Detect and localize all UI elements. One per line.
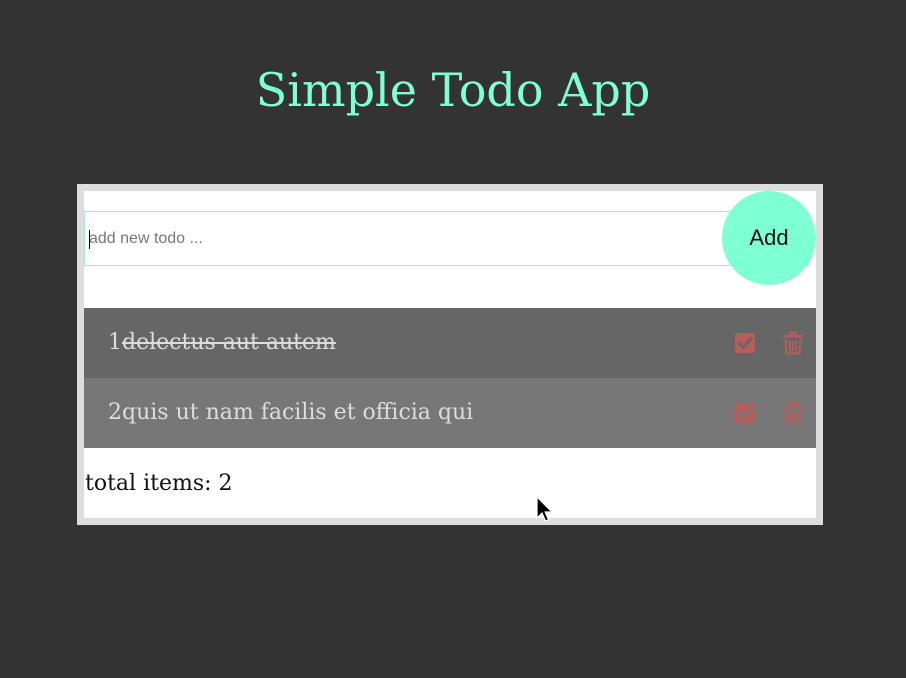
todo-card: Add 1delectus aut autem	[77, 184, 823, 525]
todo-item: 2quis ut nam facilis et officia qui	[84, 378, 816, 448]
todo-card-body: Add 1delectus aut autem	[84, 191, 816, 518]
trash-icon[interactable]	[781, 401, 805, 425]
todo-item-text: 2quis ut nam facilis et officia qui	[108, 378, 473, 448]
todo-item-number: 1	[108, 330, 122, 355]
check-square-icon[interactable]	[733, 331, 757, 355]
mouse-pointer-icon	[536, 495, 554, 524]
trash-icon[interactable]	[781, 331, 805, 355]
new-todo-input[interactable]	[85, 212, 721, 265]
app-title: Simple Todo App	[255, 63, 651, 117]
todo-list: 1delectus aut autem 2quis ut nam facilis…	[84, 308, 816, 448]
add-button[interactable]: Add	[722, 191, 816, 285]
todo-item-number: 2	[108, 400, 122, 425]
todo-item-text: 1delectus aut autem	[108, 308, 336, 378]
todo-item-label: quis ut nam facilis et officia qui	[122, 400, 474, 425]
todo-item-label: delectus aut autem	[122, 330, 336, 355]
new-todo-row	[84, 211, 808, 266]
todo-item: 1delectus aut autem	[84, 308, 816, 378]
total-items-label: total items: 2	[85, 471, 233, 496]
text-caret	[89, 230, 90, 249]
check-square-icon[interactable]	[733, 401, 757, 425]
